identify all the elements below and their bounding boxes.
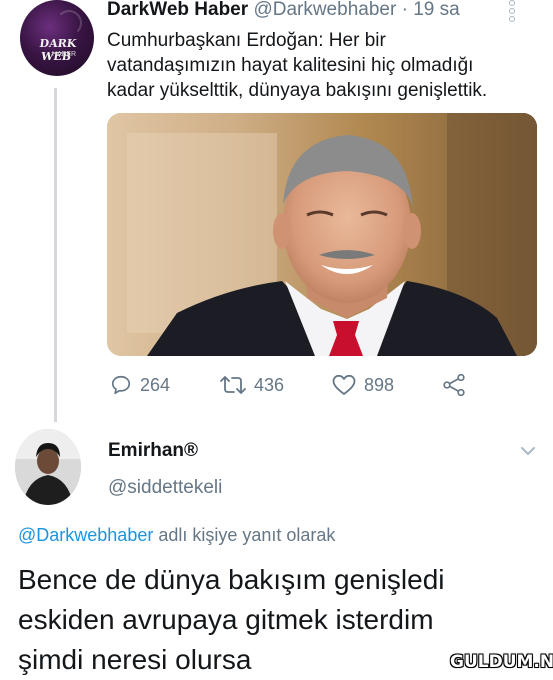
separator-dot: · [401,0,408,20]
reply-count: 264 [140,374,171,395]
reply-text-line: Bence de dünya bakışım genişledi [18,564,445,595]
avatar-photo [15,429,81,505]
tweet-text-line: kadar yükselttik, dünyaya bakışını geniş… [107,80,488,101]
reply-author-avatar[interactable] [15,429,81,505]
retweet-count: 436 [254,374,285,395]
site-watermark: GULDUM.NET [450,652,553,672]
reply-author-handle[interactable]: @siddettekeli [108,477,222,499]
reply-button[interactable]: 264 [110,370,170,400]
portrait-image [107,113,537,356]
author-handle[interactable]: @Darkwebhaber [253,0,396,20]
like-count: 898 [364,374,395,395]
tweet-actions: 264 436 898 [107,370,537,400]
avatar-logo-subtext: HABER [52,51,77,58]
retweet-button[interactable]: 436 [220,370,284,400]
author-name[interactable]: DarkWeb Haber [107,0,248,20]
replying-to: @Darkwebhaber adlı kişiye yanıt olarak [18,524,335,546]
replying-to-mention[interactable]: @Darkwebhaber [18,525,153,545]
reply-author-name[interactable]: Emirhan [108,440,184,461]
heart-icon [332,374,356,395]
thread-connector-line [54,88,57,422]
chevron-down-icon[interactable] [520,444,536,456]
tweet-text: Cumhurbaşkanı Erdoğan: Her bir vatandaşı… [107,28,537,103]
share-button[interactable] [442,370,474,400]
tweet-header: DarkWeb Haber @Darkwebhaber · 19 sa [107,0,460,21]
replying-to-label: adlı kişiye yanıt olarak [153,525,336,545]
registered-badge: ® [184,440,199,461]
more-options-icon[interactable] [507,0,517,22]
like-button[interactable]: 898 [332,370,394,400]
reply-text-line: eskiden avrupaya gitmek isterdim [18,604,434,635]
author-avatar[interactable]: DARK WEB HABER [20,0,94,76]
tweet-timestamp[interactable]: 19 sa [413,0,459,20]
tweet-photo[interactable] [107,113,537,356]
reply-icon [111,375,131,395]
tweet-text-line: vatandaşımızın hayat kalitesini hiç olma… [107,55,474,76]
tweet-text-line: Cumhurbaşkanı Erdoğan: Her bir [107,30,386,51]
retweet-icon [220,376,246,394]
share-icon [443,373,465,397]
avatar-logo-text: DARK WEB [38,37,78,63]
logo-swirl [56,10,82,36]
reply-author-name-row: Emirhan® [108,440,198,462]
